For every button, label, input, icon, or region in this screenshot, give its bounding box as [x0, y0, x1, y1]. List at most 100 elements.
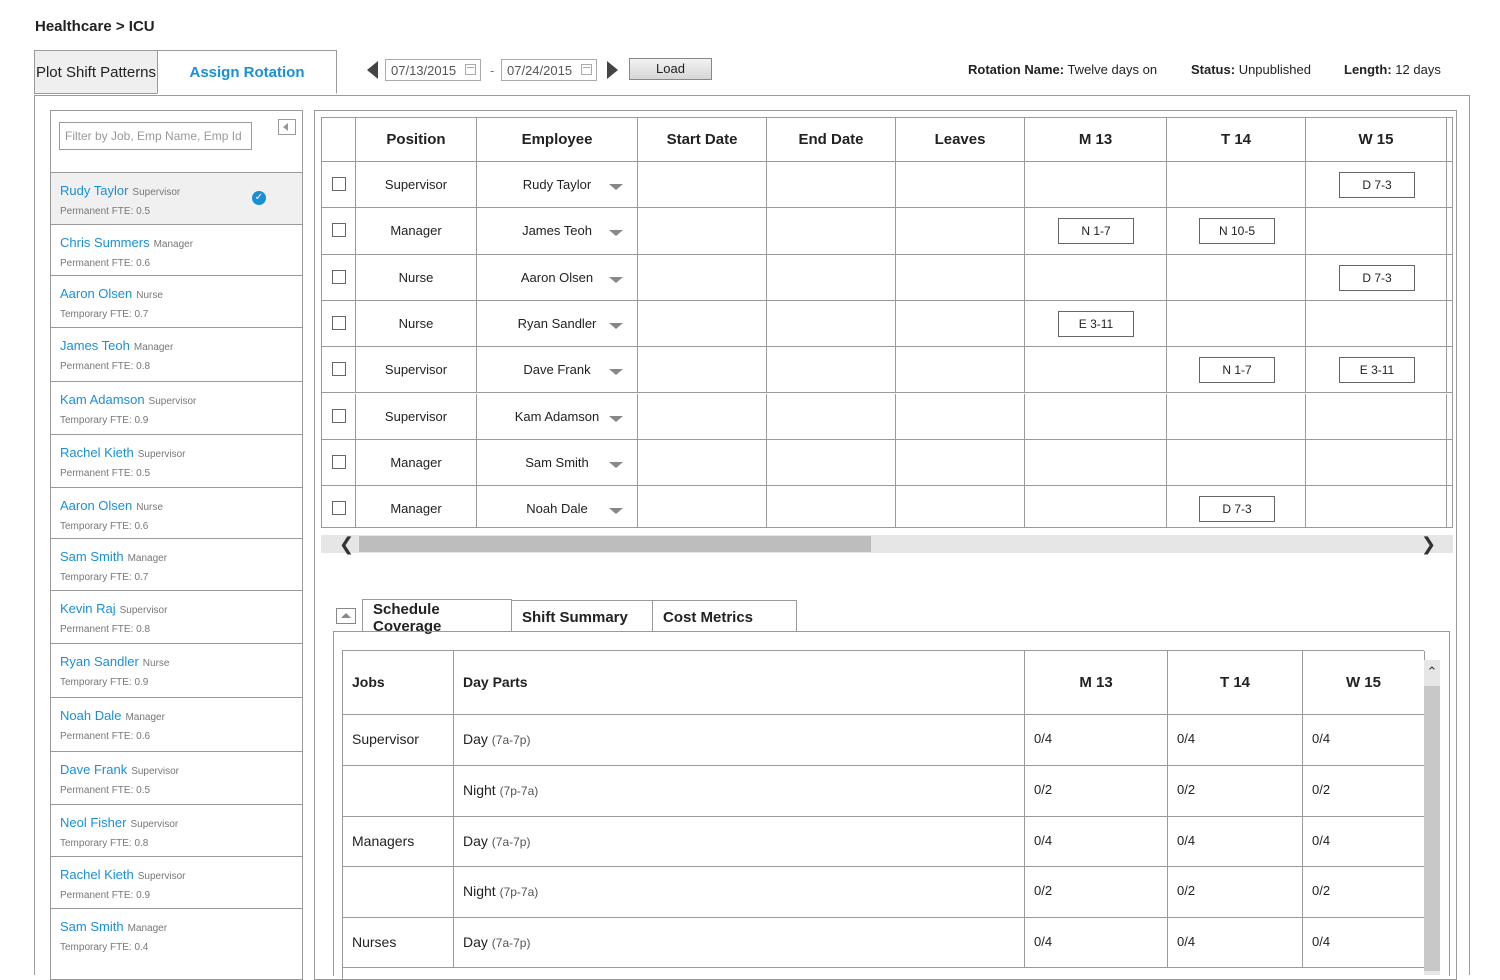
scrollbar-thumb[interactable]: [359, 536, 871, 552]
date-cell[interactable]: [896, 439, 1025, 487]
day-cell[interactable]: E 3-11: [1025, 300, 1167, 348]
date-cell[interactable]: [896, 486, 1025, 527]
employee-list-item[interactable]: Sam Smith Manager Temporary FTE: 0.4: [51, 908, 302, 960]
collapse-coverage-icon[interactable]: [336, 608, 356, 624]
day-cell[interactable]: N 10-5: [1167, 208, 1306, 255]
calendar-icon[interactable]: [465, 64, 476, 75]
chevron-down-icon[interactable]: [609, 230, 623, 237]
date-cell[interactable]: [896, 208, 1025, 255]
employee-list-item[interactable]: Rachel Kieth Supervisor Permanent FTE: 0.9: [51, 856, 302, 908]
day-cell[interactable]: [1306, 393, 1447, 440]
employee-filter-input[interactable]: Filter by Job, Emp Name, Emp Id: [59, 122, 252, 150]
chevron-down-icon[interactable]: [609, 276, 623, 283]
chevron-down-icon[interactable]: [609, 369, 623, 376]
tab-shift-summary[interactable]: Shift Summary: [511, 600, 653, 632]
employee-list-item[interactable]: Neol Fisher Supervisor Temporary FTE: 0.8: [51, 804, 302, 856]
employee-list-item[interactable]: Dave Frank Supervisor Permanent FTE: 0.5: [51, 751, 302, 804]
day-cell[interactable]: [1025, 486, 1167, 527]
date-cell[interactable]: [638, 208, 767, 255]
employee-list-item[interactable]: Kevin Raj Supervisor Permanent FTE: 0.8: [51, 590, 302, 643]
day-cell[interactable]: [1025, 254, 1167, 301]
shift-block[interactable]: N 1-7: [1058, 218, 1134, 245]
start-date-input[interactable]: 07/13/2015: [385, 59, 481, 81]
day-cell[interactable]: D 7-3: [1167, 486, 1306, 527]
row-checkbox[interactable]: [332, 362, 346, 377]
end-date-input[interactable]: 07/24/2015: [501, 59, 597, 81]
prev-arrow-icon[interactable]: [367, 61, 378, 79]
chevron-down-icon[interactable]: [609, 508, 623, 515]
calendar-icon[interactable]: [581, 64, 592, 75]
chevron-down-icon[interactable]: [609, 322, 623, 329]
employee-list-item[interactable]: Kam Adamson Supervisor Temporary FTE: 0.9: [51, 381, 302, 434]
day-cell[interactable]: D 7-3: [1306, 162, 1447, 209]
employee-cell[interactable]: Dave Frank: [477, 347, 638, 394]
date-cell[interactable]: [638, 347, 767, 394]
vertical-scrollbar-thumb[interactable]: [1424, 686, 1440, 971]
day-cell[interactable]: N 1-7: [1167, 347, 1306, 394]
shift-block[interactable]: N 1-7: [1199, 357, 1275, 384]
date-cell[interactable]: [638, 393, 767, 440]
shift-block[interactable]: D 7-3: [1339, 264, 1415, 291]
date-cell[interactable]: [896, 254, 1025, 301]
scroll-left-icon[interactable]: ❮: [339, 535, 354, 553]
date-cell[interactable]: [638, 162, 767, 209]
day-cell[interactable]: [1167, 300, 1306, 348]
date-cell[interactable]: [767, 486, 896, 527]
day-cell[interactable]: [1167, 393, 1306, 440]
date-cell[interactable]: [767, 439, 896, 487]
day-cell[interactable]: [1025, 439, 1167, 487]
date-cell[interactable]: [767, 162, 896, 209]
employee-list-item[interactable]: Sam Smith Manager Temporary FTE: 0.7: [51, 538, 302, 590]
employee-cell[interactable]: Noah Dale: [477, 486, 638, 527]
tab-cost-metrics[interactable]: Cost Metrics: [652, 600, 797, 632]
row-checkbox[interactable]: [332, 315, 346, 330]
load-button[interactable]: Load: [629, 58, 712, 80]
date-cell[interactable]: [638, 254, 767, 301]
employee-list-item[interactable]: James Teoh Manager Permanent FTE: 0.8: [51, 327, 302, 381]
next-arrow-icon[interactable]: [607, 61, 618, 79]
day-cell[interactable]: [1306, 439, 1447, 487]
date-cell[interactable]: [767, 254, 896, 301]
shift-block[interactable]: D 7-3: [1339, 172, 1415, 198]
row-checkbox[interactable]: [332, 223, 346, 238]
employee-cell[interactable]: Rudy Taylor: [477, 162, 638, 209]
employee-cell[interactable]: James Teoh: [477, 208, 638, 255]
employee-cell[interactable]: Aaron Olsen: [477, 254, 638, 301]
day-cell[interactable]: [1025, 393, 1167, 440]
date-cell[interactable]: [767, 208, 896, 255]
date-cell[interactable]: [767, 300, 896, 348]
day-cell[interactable]: [1025, 347, 1167, 394]
scroll-right-icon[interactable]: ❯: [1421, 535, 1436, 553]
employee-list-item[interactable]: Aaron Olsen Nurse Temporary FTE: 0.7: [51, 275, 302, 327]
date-cell[interactable]: [638, 300, 767, 348]
chevron-down-icon[interactable]: [609, 184, 623, 190]
shift-block[interactable]: E 3-11: [1058, 310, 1134, 337]
date-cell[interactable]: [767, 393, 896, 440]
employee-cell[interactable]: Sam Smith: [477, 439, 638, 487]
employee-cell[interactable]: Kam Adamson: [477, 393, 638, 440]
row-checkbox[interactable]: [332, 269, 346, 284]
employee-list-item[interactable]: Rachel Kieth Supervisor Permanent FTE: 0.5: [51, 434, 302, 487]
row-checkbox[interactable]: [332, 177, 346, 191]
date-cell[interactable]: [638, 439, 767, 487]
employee-list-item[interactable]: Rudy Taylor Supervisor Permanent FTE: 0.5 ✓: [51, 172, 302, 224]
day-cell[interactable]: N 1-7: [1025, 208, 1167, 255]
tab-assign-rotation[interactable]: Assign Rotation: [157, 50, 337, 94]
date-cell[interactable]: [896, 347, 1025, 394]
tab-schedule-coverage[interactable]: Schedule Coverage: [362, 599, 512, 635]
day-cell[interactable]: [1025, 162, 1167, 209]
shift-block[interactable]: D 7-3: [1199, 496, 1275, 523]
employee-list-item[interactable]: Noah Dale Manager Permanent FTE: 0.6: [51, 697, 302, 751]
employee-list-item[interactable]: Chris Summers Manager Permanent FTE: 0.6: [51, 224, 302, 275]
employee-list-item[interactable]: Aaron Olsen Nurse Temporary FTE: 0.6: [51, 487, 302, 538]
row-checkbox[interactable]: [332, 501, 346, 516]
collapse-panel-icon[interactable]: [278, 119, 296, 135]
shift-block[interactable]: E 3-11: [1339, 357, 1415, 384]
day-cell[interactable]: [1167, 254, 1306, 301]
day-cell[interactable]: [1306, 208, 1447, 255]
day-cell[interactable]: D 7-3: [1306, 254, 1447, 301]
day-cell[interactable]: [1306, 486, 1447, 527]
chevron-down-icon[interactable]: [609, 461, 623, 468]
day-cell[interactable]: [1306, 300, 1447, 348]
day-cell[interactable]: [1167, 162, 1306, 209]
